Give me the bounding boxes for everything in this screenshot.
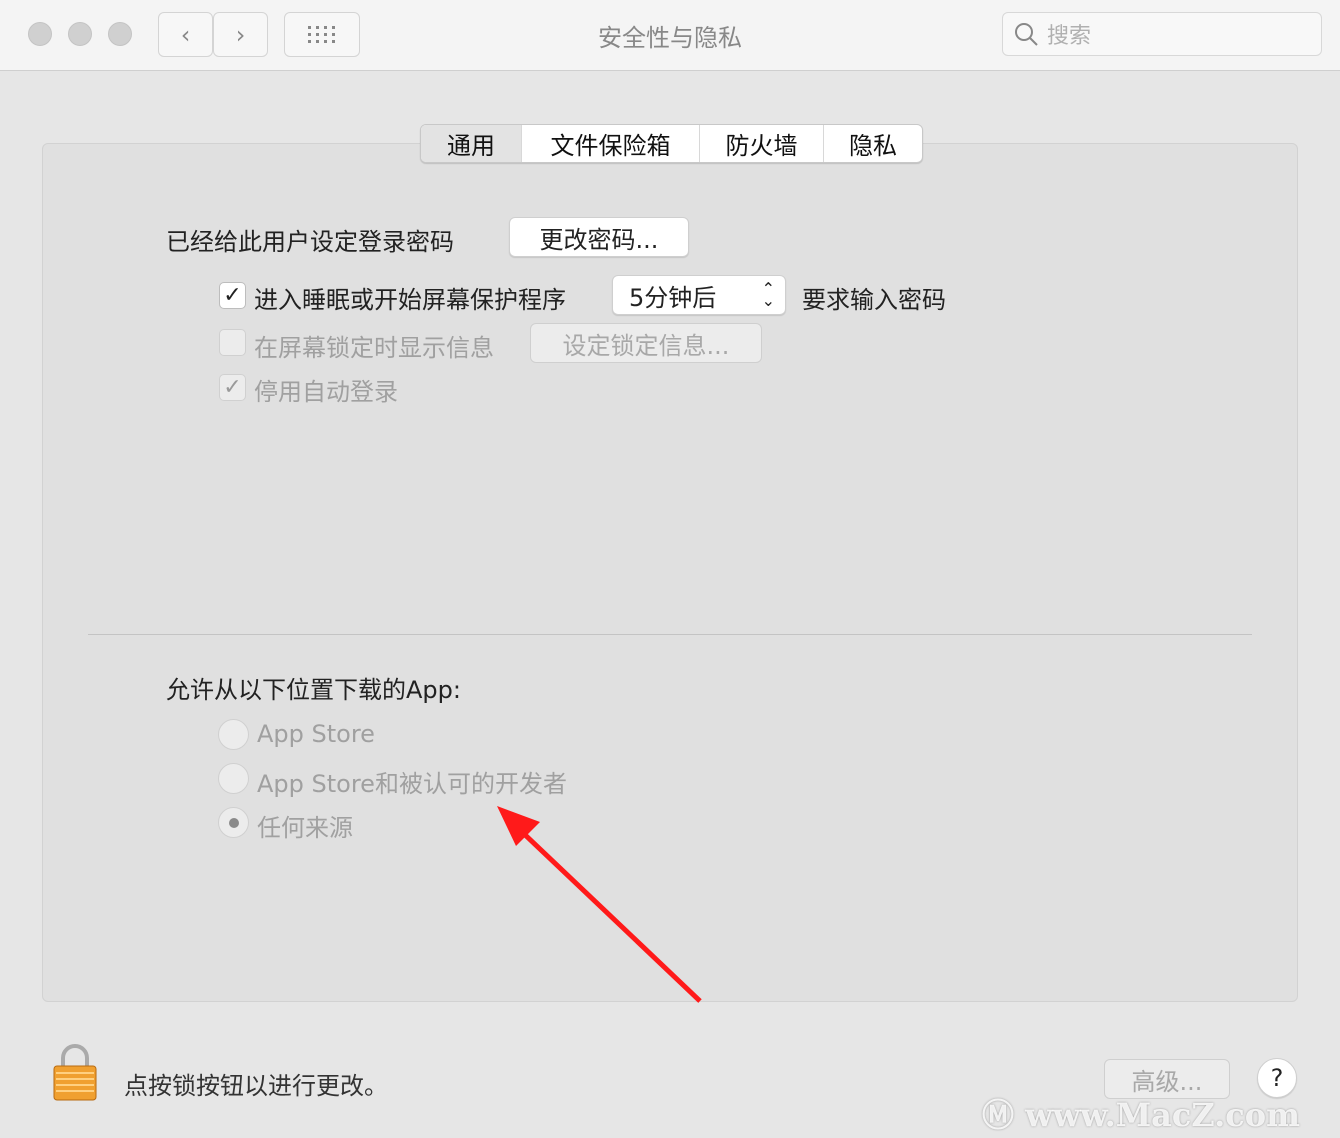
watermark-logo-icon: Ⓜ bbox=[982, 1096, 1015, 1134]
watermark-text: www.MacZ.com bbox=[1025, 1096, 1300, 1134]
watermark: Ⓜ www.MacZ.com bbox=[982, 1090, 1300, 1136]
annotation-arrow bbox=[497, 806, 702, 1003]
lock-icon[interactable] bbox=[52, 1044, 98, 1106]
lock-hint-text: 点按锁按钮以进行更改。 bbox=[124, 1072, 388, 1100]
